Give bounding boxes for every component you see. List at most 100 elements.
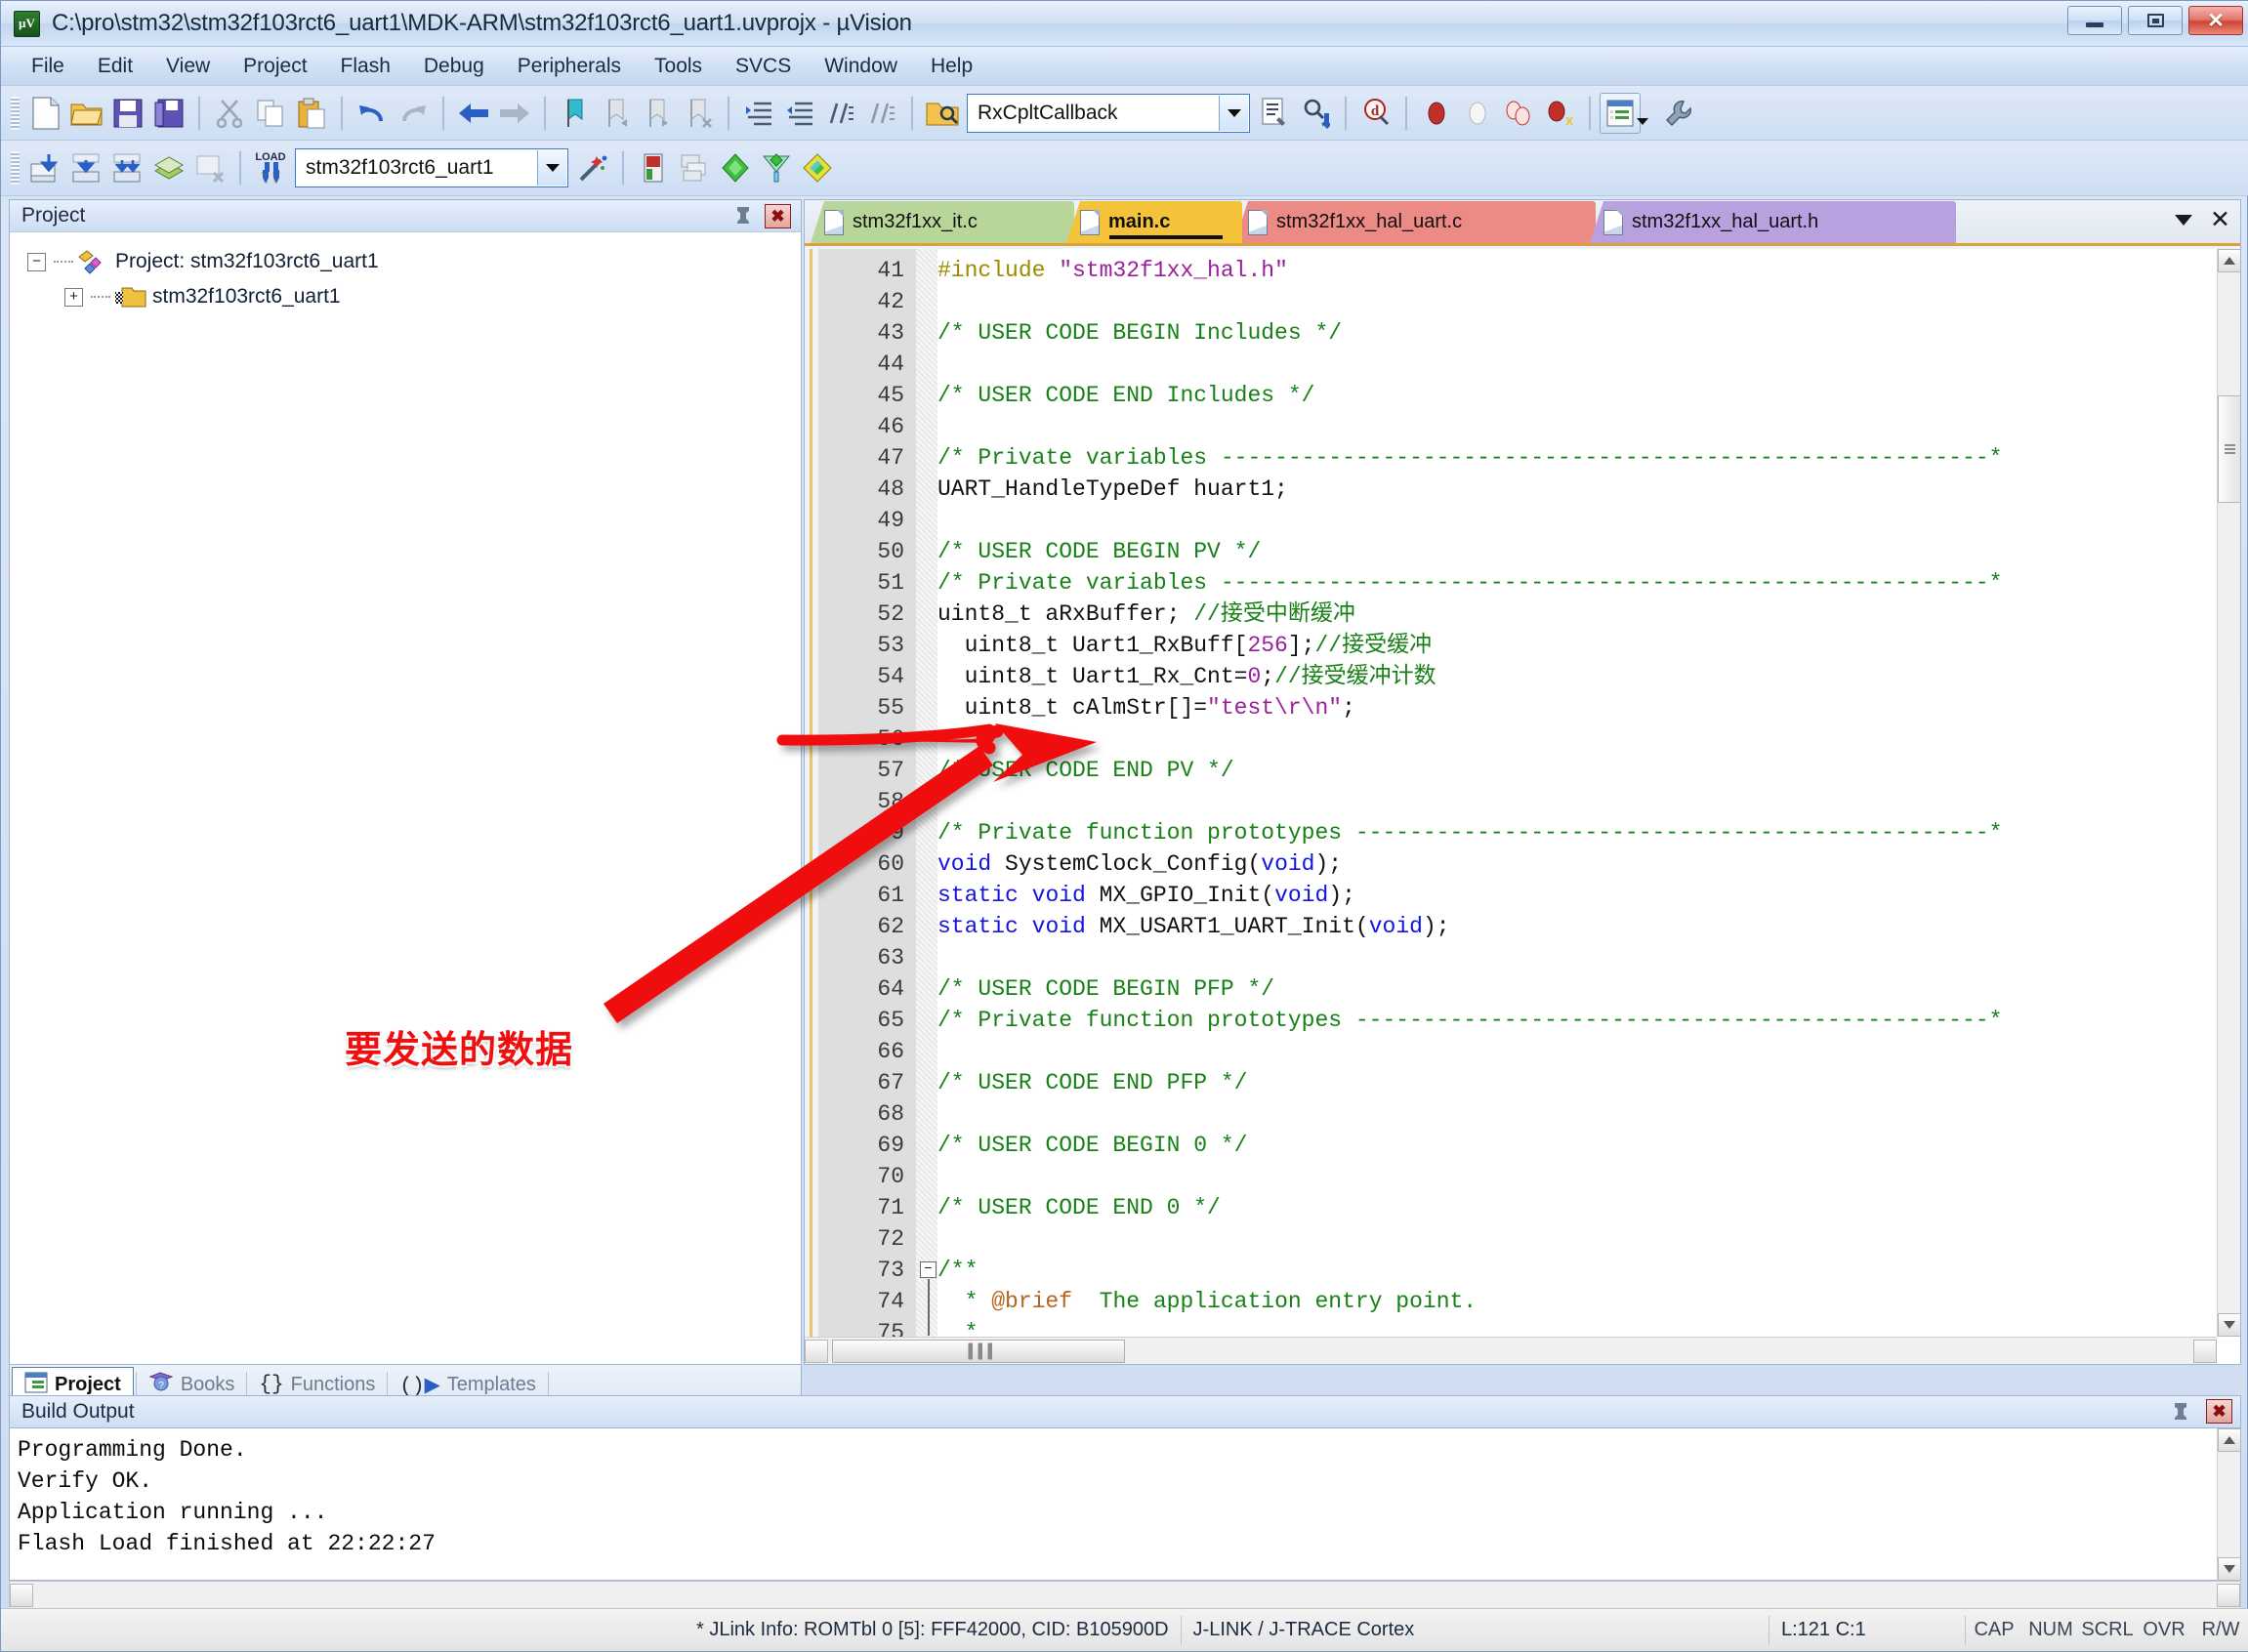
doc-tab-stm32f1xx-it-c[interactable]: stm32f1xx_it.c: [811, 201, 1074, 243]
code-line[interactable]: void SystemClock_Config(void);: [937, 848, 2217, 880]
menu-window[interactable]: Window: [808, 51, 914, 82]
uncomment-icon[interactable]: [861, 93, 902, 134]
build-horizontal-scrollbar[interactable]: [9, 1581, 2241, 1610]
menu-peripherals[interactable]: Peripherals: [501, 51, 638, 82]
save-icon[interactable]: [107, 93, 148, 134]
code-line[interactable]: UART_HandleTypeDef huart1;: [937, 474, 2217, 505]
chevron-down-icon[interactable]: [1637, 117, 1648, 125]
scroll-left-button[interactable]: [10, 1584, 33, 1607]
manage-project-items-icon[interactable]: [674, 147, 715, 188]
fold-collapse-box[interactable]: −: [920, 1261, 937, 1278]
new-file-icon[interactable]: [25, 93, 66, 134]
code-line[interactable]: /* Private variables -------------------…: [937, 567, 2217, 599]
code-line[interactable]: /* USER CODE BEGIN 0 */: [937, 1130, 2217, 1161]
open-file-icon[interactable]: [66, 93, 107, 134]
find-next-icon[interactable]: [1295, 93, 1336, 134]
configuration-wrench-icon[interactable]: [1658, 93, 1699, 134]
menu-project[interactable]: Project: [227, 51, 323, 82]
code-line[interactable]: /* USER CODE END Includes */: [937, 380, 2217, 411]
disable-all-breakpoints-icon[interactable]: x: [1539, 93, 1580, 134]
code-line[interactable]: uint8_t Uart1_RxBuff[256];//接受缓冲: [937, 630, 2217, 661]
scroll-down-button[interactable]: [2218, 1557, 2241, 1581]
pin-icon[interactable]: [2170, 1400, 2191, 1424]
restore-button[interactable]: [2128, 6, 2183, 35]
minimize-button[interactable]: [2067, 6, 2122, 35]
debug-start-icon[interactable]: d: [1355, 93, 1396, 134]
tree-item-target[interactable]: + stm32f103rct6_uart1: [27, 279, 801, 314]
copy-icon[interactable]: [250, 93, 291, 134]
editor-vertical-scrollbar[interactable]: [2217, 249, 2240, 1337]
target-selector-combo[interactable]: stm32f103rct6_uart1: [295, 148, 568, 187]
doc-tab-stm32f1xx-hal-uart-h[interactable]: stm32f1xx_hal_uart.h: [1590, 201, 1956, 243]
code-line[interactable]: /* Private function prototypes ---------…: [937, 817, 2217, 848]
code-line[interactable]: static void MX_USART1_UART_Init(void);: [937, 911, 2217, 942]
editor-horizontal-scrollbar[interactable]: ▐▐▐: [805, 1337, 2217, 1364]
code-line[interactable]: uint8_t Uart1_Rx_Cnt=0;//接受缓冲计数: [937, 661, 2217, 692]
translate-icon[interactable]: [25, 147, 66, 188]
navigate-back-icon[interactable]: [453, 93, 494, 134]
menu-view[interactable]: View: [149, 51, 227, 82]
code-folding-gutter[interactable]: [916, 249, 937, 1337]
build-vertical-scrollbar[interactable]: [2217, 1428, 2241, 1581]
scroll-right-button[interactable]: [2193, 1339, 2217, 1363]
stop-build-icon[interactable]: [189, 147, 230, 188]
pack-installer-icon[interactable]: [756, 147, 797, 188]
code-line[interactable]: [937, 286, 2217, 317]
manage-runtime-environment-green-icon[interactable]: [715, 147, 756, 188]
code-line[interactable]: /* Private function prototypes ---------…: [937, 1005, 2217, 1036]
indent-icon[interactable]: [738, 93, 779, 134]
close-icon[interactable]: ✖: [765, 204, 791, 228]
code-line[interactable]: [937, 1161, 2217, 1192]
build-icon[interactable]: [66, 147, 107, 188]
chevron-down-icon[interactable]: [537, 150, 566, 186]
close-document-icon[interactable]: ✕: [2210, 208, 2230, 232]
code-line[interactable]: [937, 349, 2217, 380]
code-line[interactable]: [937, 411, 2217, 442]
menu-debug[interactable]: Debug: [407, 51, 501, 82]
code-text[interactable]: #include "stm32f1xx_hal.h" /* USER CODE …: [937, 249, 2217, 1337]
kill-all-breakpoints-icon[interactable]: [1498, 93, 1539, 134]
scroll-up-button[interactable]: [2218, 249, 2240, 272]
window-layout-icon[interactable]: [1600, 92, 1648, 134]
bookmark-next-icon[interactable]: [637, 93, 678, 134]
scroll-up-button[interactable]: [2218, 1428, 2241, 1452]
find-in-files-icon[interactable]: [922, 93, 963, 134]
code-line[interactable]: static void MX_GPIO_Init(void);: [937, 880, 2217, 911]
code-line[interactable]: /* USER CODE END PV */: [937, 755, 2217, 786]
cut-icon[interactable]: [209, 93, 250, 134]
close-button[interactable]: ✕: [2188, 6, 2243, 35]
bookmark-prev-icon[interactable]: [596, 93, 637, 134]
code-line[interactable]: /* Private variables -------------------…: [937, 442, 2217, 474]
code-line[interactable]: [937, 505, 2217, 536]
code-line[interactable]: /**: [937, 1255, 2217, 1286]
menu-flash[interactable]: Flash: [324, 51, 407, 82]
code-line[interactable]: uint8_t aRxBuffer; //接受中断缓冲: [937, 599, 2217, 630]
scroll-right-button[interactable]: [2217, 1584, 2240, 1607]
save-all-icon[interactable]: [148, 93, 189, 134]
toolbar-grip[interactable]: [11, 151, 20, 185]
scroll-thumb[interactable]: ▐▐▐: [832, 1340, 1125, 1363]
code-line[interactable]: [937, 1098, 2217, 1130]
chevron-down-icon[interactable]: [1219, 95, 1248, 131]
batch-build-icon[interactable]: [148, 147, 189, 188]
tab-list-dropdown-icon[interactable]: [2175, 215, 2192, 226]
toolbar-grip[interactable]: [11, 96, 20, 130]
multi-project-icon[interactable]: [797, 147, 838, 188]
insert-breakpoint-icon[interactable]: [1416, 93, 1457, 134]
navigate-forward-icon[interactable]: [494, 93, 535, 134]
rebuild-icon[interactable]: [107, 147, 148, 188]
paste-icon[interactable]: [291, 93, 332, 134]
scroll-down-button[interactable]: [2218, 1313, 2240, 1337]
undo-icon[interactable]: [352, 93, 393, 134]
menu-help[interactable]: Help: [914, 51, 989, 82]
close-icon[interactable]: ✖: [2206, 1399, 2232, 1424]
code-line[interactable]: [937, 1036, 2217, 1067]
menu-svcs[interactable]: SVCS: [719, 51, 808, 82]
code-line[interactable]: [937, 786, 2217, 817]
code-line[interactable]: /* USER CODE BEGIN Includes */: [937, 317, 2217, 349]
expander-expand[interactable]: +: [64, 287, 83, 307]
code-line[interactable]: * @brief The application entry point.: [937, 1286, 2217, 1317]
scroll-left-button[interactable]: [805, 1339, 828, 1363]
code-line[interactable]: /* USER CODE END PFP */: [937, 1067, 2217, 1098]
pin-icon[interactable]: [732, 204, 754, 227]
